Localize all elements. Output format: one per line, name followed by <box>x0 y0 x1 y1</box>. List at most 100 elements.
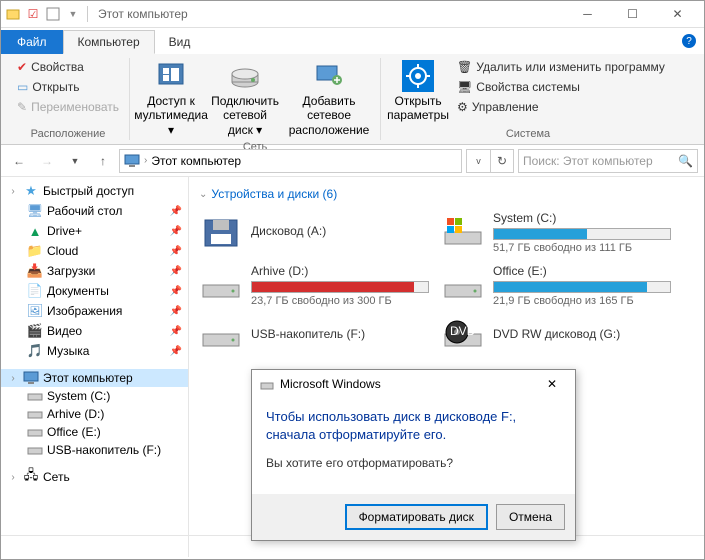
rename-icon: ✎ <box>17 100 27 114</box>
drive-item[interactable]: System (C:)51,7 ГБ свободно из 111 ГБ <box>441 211 671 254</box>
sidebar-item[interactable]: 📥Загрузки📌 <box>1 261 188 281</box>
history-dropdown[interactable]: ▼ <box>63 149 87 173</box>
drive-icon: DVD <box>441 317 485 353</box>
drive-name: Дисковод (A:) <box>251 224 429 238</box>
sidebar-drive[interactable]: Arhive (D:) <box>1 405 188 423</box>
drive-subtext: 23,7 ГБ свободно из 300 ГБ <box>251 295 429 307</box>
drive-name: Arhive (D:) <box>251 264 429 278</box>
open-icon: ▭ <box>17 80 28 94</box>
capacity-bar <box>251 281 429 293</box>
network-icon: 🖧 <box>23 469 39 485</box>
drive-icon <box>27 426 43 438</box>
properties-button[interactable]: ✔Свойства <box>13 58 123 76</box>
tab-computer[interactable]: Компьютер <box>63 30 155 54</box>
sidebar-this-pc[interactable]: ›Этот компьютер <box>1 369 188 387</box>
media-access-button[interactable]: Доступ к мультимедиа ▾ <box>136 58 206 139</box>
qat-dropdown-icon[interactable] <box>45 6 61 22</box>
pin-icon: 📌 <box>170 306 182 317</box>
search-input[interactable]: Поиск: Этот компьютер 🔍 <box>518 149 698 173</box>
format-disk-button[interactable]: Форматировать диск <box>345 504 488 530</box>
address-bar: ← → ▼ ↑ › Этот компьютер v ↻ Поиск: Этот… <box>1 145 704 177</box>
drive-icon <box>441 268 485 304</box>
up-button[interactable]: ↑ <box>91 149 115 173</box>
folder-icon: 🎬 <box>27 323 43 339</box>
drive-icon <box>27 390 43 402</box>
add-network-location-button[interactable]: Добавить сетевое расположение <box>284 58 374 139</box>
format-dialog: Microsoft Windows ✕ Чтобы использовать д… <box>251 369 576 541</box>
uninstall-button[interactable]: 🗑Удалить или изменить программу <box>453 58 669 76</box>
computer-icon <box>23 371 39 385</box>
sidebar-drive[interactable]: Office (E:) <box>1 423 188 441</box>
address-text: Этот компьютер <box>151 154 241 168</box>
dialog-close-button[interactable]: ✕ <box>537 373 567 395</box>
computer-icon <box>124 154 140 168</box>
sidebar-drive[interactable]: USB-накопитель (F:) <box>1 441 188 459</box>
ribbon-tabs: Файл Компьютер Вид ? <box>1 28 704 54</box>
folder-icon: 📄 <box>27 283 43 299</box>
search-icon: 🔍 <box>678 154 693 168</box>
sidebar-quick-access[interactable]: ›★Быстрый доступ <box>1 181 188 201</box>
sidebar-item[interactable]: 🎬Видео📌 <box>1 321 188 341</box>
folder-icon: 🎵 <box>27 343 43 359</box>
folder-icon: ▲ <box>27 223 43 239</box>
sidebar-item[interactable]: 🎵Музыка📌 <box>1 341 188 361</box>
search-placeholder: Поиск: Этот компьютер <box>523 154 653 168</box>
qat-more-icon[interactable]: ▼ <box>65 6 81 22</box>
refresh-button[interactable]: ↻ <box>490 149 514 173</box>
ribbon-group-label: Система <box>387 128 669 140</box>
drive-item[interactable]: USB-накопитель (F:) <box>199 317 429 353</box>
pin-icon: 📌 <box>170 246 182 257</box>
drive-item[interactable]: Дисковод (A:) <box>199 211 429 254</box>
drive-name: Office (E:) <box>493 264 671 278</box>
dialog-main-text: Чтобы использовать диск в дисководе F:, … <box>266 408 561 444</box>
address-dropdown[interactable]: v <box>466 149 490 173</box>
sidebar-item[interactable]: 🖥Рабочий стол📌 <box>1 201 188 221</box>
help-icon[interactable]: ? <box>682 34 696 48</box>
back-button[interactable]: ← <box>7 149 31 173</box>
sidebar-item[interactable]: ▲Drive+📌 <box>1 221 188 241</box>
forward-button: → <box>35 149 59 173</box>
drive-icon <box>260 377 274 391</box>
drive-name: DVD RW дисковод (G:) <box>493 327 671 341</box>
drive-icon <box>441 215 485 251</box>
drive-icon <box>27 408 43 420</box>
drive-item[interactable]: Arhive (D:) 23,7 ГБ свободно из 300 ГБ <box>199 264 429 307</box>
sidebar-item[interactable]: 🖼Изображения📌 <box>1 301 188 321</box>
group-header[interactable]: ⌄Устройства и диски (6) <box>199 187 694 201</box>
cancel-button[interactable]: Отмена <box>496 504 565 530</box>
system-properties-button[interactable]: 🖥Свойства системы <box>453 78 669 96</box>
open-button[interactable]: ▭Открыть <box>13 78 123 96</box>
drive-item[interactable]: Office (E:) 21,9 ГБ свободно из 165 ГБ <box>441 264 671 307</box>
drive-item[interactable]: DVD DVD RW дисковод (G:) <box>441 317 671 353</box>
checkmark-icon: ✔ <box>17 60 27 74</box>
quick-access-toolbar: ☑ ▼ <box>5 6 81 22</box>
capacity-bar <box>493 281 671 293</box>
navigation-pane: ›★Быстрый доступ 🖥Рабочий стол📌▲Drive+📌📁… <box>1 177 189 557</box>
dialog-sub-text: Вы хотите его отформатировать? <box>266 456 561 470</box>
drive-subtext: 21,9 ГБ свободно из 165 ГБ <box>493 295 671 307</box>
drive-icon <box>199 268 243 304</box>
open-settings-button[interactable]: Открыть параметры <box>387 58 449 125</box>
map-drive-button[interactable]: Подключить сетевой диск ▾ <box>210 58 280 139</box>
sidebar-drive[interactable]: System (C:) <box>1 387 188 405</box>
tab-file[interactable]: Файл <box>1 30 63 54</box>
dialog-title-text: Microsoft Windows <box>280 377 381 391</box>
sidebar-network[interactable]: ›🖧Сеть <box>1 467 188 487</box>
address-input[interactable]: › Этот компьютер <box>119 149 462 173</box>
drive-icon <box>27 444 43 456</box>
tab-view[interactable]: Вид <box>155 30 205 54</box>
pin-icon: 📌 <box>170 206 182 217</box>
sidebar-item[interactable]: 📄Документы📌 <box>1 281 188 301</box>
pin-icon: 📌 <box>170 346 182 357</box>
sidebar-item[interactable]: 📁Cloud📌 <box>1 241 188 261</box>
drive-name: USB-накопитель (F:) <box>251 327 429 341</box>
ribbon: ✔Свойства ▭Открыть ✎Переименовать Распол… <box>1 54 704 145</box>
manage-button[interactable]: ⚙Управление <box>453 98 669 116</box>
maximize-button[interactable]: ☐ <box>610 1 655 28</box>
qat-properties-icon[interactable]: ☑ <box>25 6 41 22</box>
titlebar: ☑ ▼ Этот компьютер ─ ☐ ✕ <box>1 1 704 28</box>
pin-icon: 📌 <box>170 266 182 277</box>
close-button[interactable]: ✕ <box>655 1 700 28</box>
ribbon-group-system: Открыть параметры 🗑Удалить или изменить … <box>381 58 675 140</box>
minimize-button[interactable]: ─ <box>565 1 610 28</box>
